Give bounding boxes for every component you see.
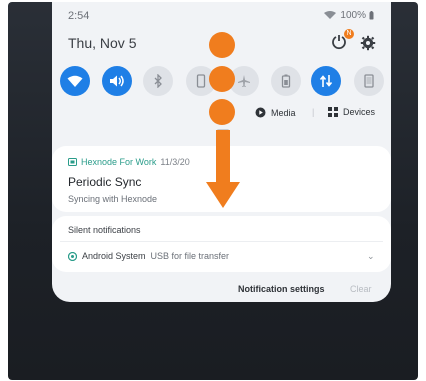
date-label: Thu, Nov 5 <box>68 35 137 51</box>
battery-saver-icon <box>281 74 291 88</box>
media-button[interactable]: Media <box>255 107 296 118</box>
notification-badge: N <box>344 29 354 39</box>
hexnode-app-icon <box>68 158 77 166</box>
toggle-bluetooth[interactable] <box>143 66 173 96</box>
swipe-down-arrow-shaft <box>216 130 230 186</box>
annotation-dot-2 <box>209 66 235 92</box>
battery-icon <box>369 11 374 20</box>
swipe-down-arrow-icon <box>206 182 240 208</box>
notification-text: Syncing with Hexnode <box>68 194 158 204</box>
bluetooth-icon <box>154 74 162 88</box>
silent-text: USB for file transfer <box>150 251 230 261</box>
devices-grid-icon <box>328 107 338 117</box>
notification-settings-button[interactable]: Notification settings <box>238 284 325 294</box>
devices-button[interactable]: Devices <box>328 107 375 117</box>
toggle-battery-saver[interactable] <box>271 66 301 96</box>
gear-icon[interactable] <box>360 35 376 51</box>
annotation-dot-1 <box>209 32 235 58</box>
silent-app-name: Android System <box>82 251 146 261</box>
screenshot: 2:54 100% Thu, Nov 5 N Media | Devices H… <box>0 0 426 381</box>
battery-percent: 100% <box>340 10 366 21</box>
toggle-wifi[interactable] <box>60 66 90 96</box>
notification-header: Hexnode For Work 11/3/20 <box>68 157 190 167</box>
phone-rotate-icon <box>196 74 206 88</box>
phone-screen-icon <box>364 74 374 88</box>
notification-title: Periodic Sync <box>68 175 142 189</box>
toggle-screen[interactable] <box>354 66 384 96</box>
silent-heading: Silent notifications <box>68 225 141 235</box>
clear-button[interactable]: Clear <box>350 284 372 294</box>
notification-time: 11/3/20 <box>160 157 190 167</box>
data-arrows-icon <box>319 75 333 87</box>
toggle-sound[interactable] <box>102 66 132 96</box>
volume-icon <box>110 75 124 87</box>
divider <box>60 241 383 242</box>
status-time: 2:54 <box>68 10 90 22</box>
play-circle-icon <box>255 107 266 118</box>
airplane-icon <box>238 75 250 87</box>
notification-app-name: Hexnode For Work <box>81 157 157 167</box>
status-indicators: 100% <box>323 10 374 21</box>
silent-notification-row[interactable]: Android System USB for file transfer <box>68 251 229 261</box>
chevron-down-icon[interactable]: ⌄ <box>367 251 375 262</box>
android-system-icon <box>68 251 77 261</box>
devices-label: Devices <box>343 107 376 117</box>
media-separator: | <box>312 107 315 117</box>
media-label: Media <box>271 107 296 118</box>
annotation-dot-3 <box>209 99 235 125</box>
wifi-icon <box>67 75 83 87</box>
toggle-mobile-data[interactable] <box>311 66 341 96</box>
wifi-signal-icon <box>324 11 337 19</box>
